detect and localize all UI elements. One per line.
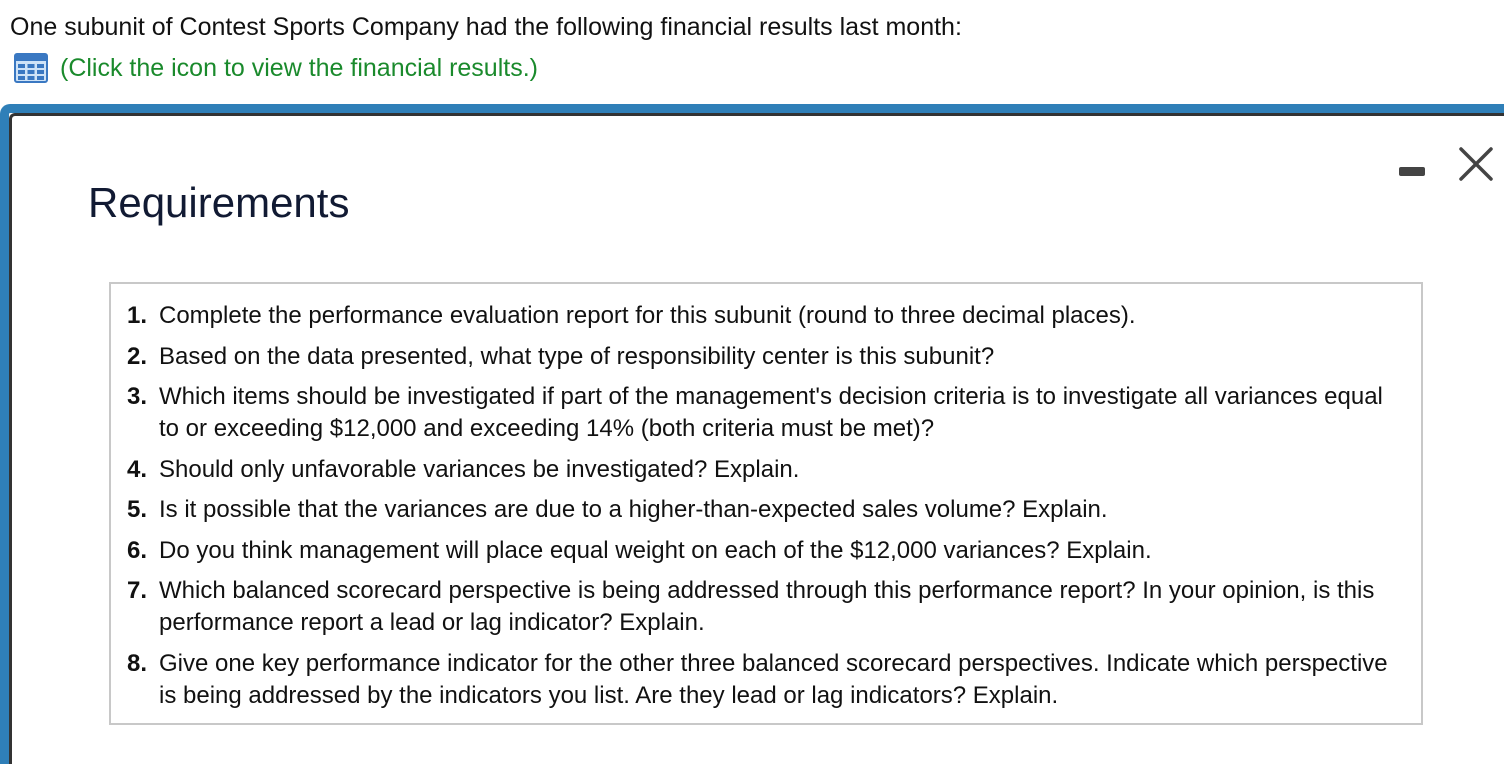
requirement-item: 7. Which balanced scorecard perspective … [127,575,1421,639]
requirement-text: Is it possible that the variances are du… [159,496,1108,523]
close-button[interactable] [1456,144,1496,184]
requirements-modal: Requirements 1. Complete the performance… [0,104,1504,764]
requirement-number: 5. [127,496,148,523]
requirement-item: 8. Give one key performance indicator fo… [127,648,1421,712]
requirement-number: 6. [127,536,148,564]
requirement-number: 8. [127,649,148,677]
requirement-text: Based on the data presented, what type o… [159,342,995,370]
requirement-text: Should only unfavorable variances be inv… [159,455,800,483]
intro-text: One subunit of Contest Sports Company ha… [10,13,962,41]
view-financial-results-link[interactable]: (Click the icon to view the financial re… [14,52,538,84]
requirements-box: 1. Complete the performance evaluation r… [109,282,1423,725]
requirement-number: 4. [127,455,148,483]
requirement-item: 6. Do you think management will place eq… [127,535,1421,567]
requirement-text: Which items should be investigated if pa… [159,383,1383,442]
requirement-text: Do you think management will place equal… [159,536,1152,564]
requirement-item: 1. Complete the performance evaluation r… [127,300,1421,332]
close-icon [1459,147,1493,181]
requirement-item: 2. Based on the data presented, what typ… [127,341,1421,373]
requirement-number: 1. [127,302,148,329]
minimize-icon [1399,167,1425,176]
table-icon[interactable] [14,53,48,83]
minimize-button[interactable] [1395,150,1429,184]
requirement-number: 3. [127,383,148,410]
requirement-text: Give one key performance indicator for t… [159,649,1388,709]
requirement-number: 2. [127,342,148,370]
requirement-item: 3. Which items should be investigated if… [127,381,1421,445]
view-financial-results-link-text[interactable]: (Click the icon to view the financial re… [60,53,538,83]
requirement-text: Which balanced scorecard perspective is … [159,577,1375,636]
requirement-number: 7. [127,577,148,604]
requirement-item: 4. Should only unfavorable variances be … [127,454,1421,486]
modal-title: Requirements [88,179,350,226]
requirements-modal-body: Requirements 1. Complete the performance… [9,113,1504,764]
requirement-text: Complete the performance evaluation repo… [159,302,1136,329]
requirement-item: 5. Is it possible that the variances are… [127,494,1421,526]
requirements-list: 1. Complete the performance evaluation r… [111,284,1421,712]
